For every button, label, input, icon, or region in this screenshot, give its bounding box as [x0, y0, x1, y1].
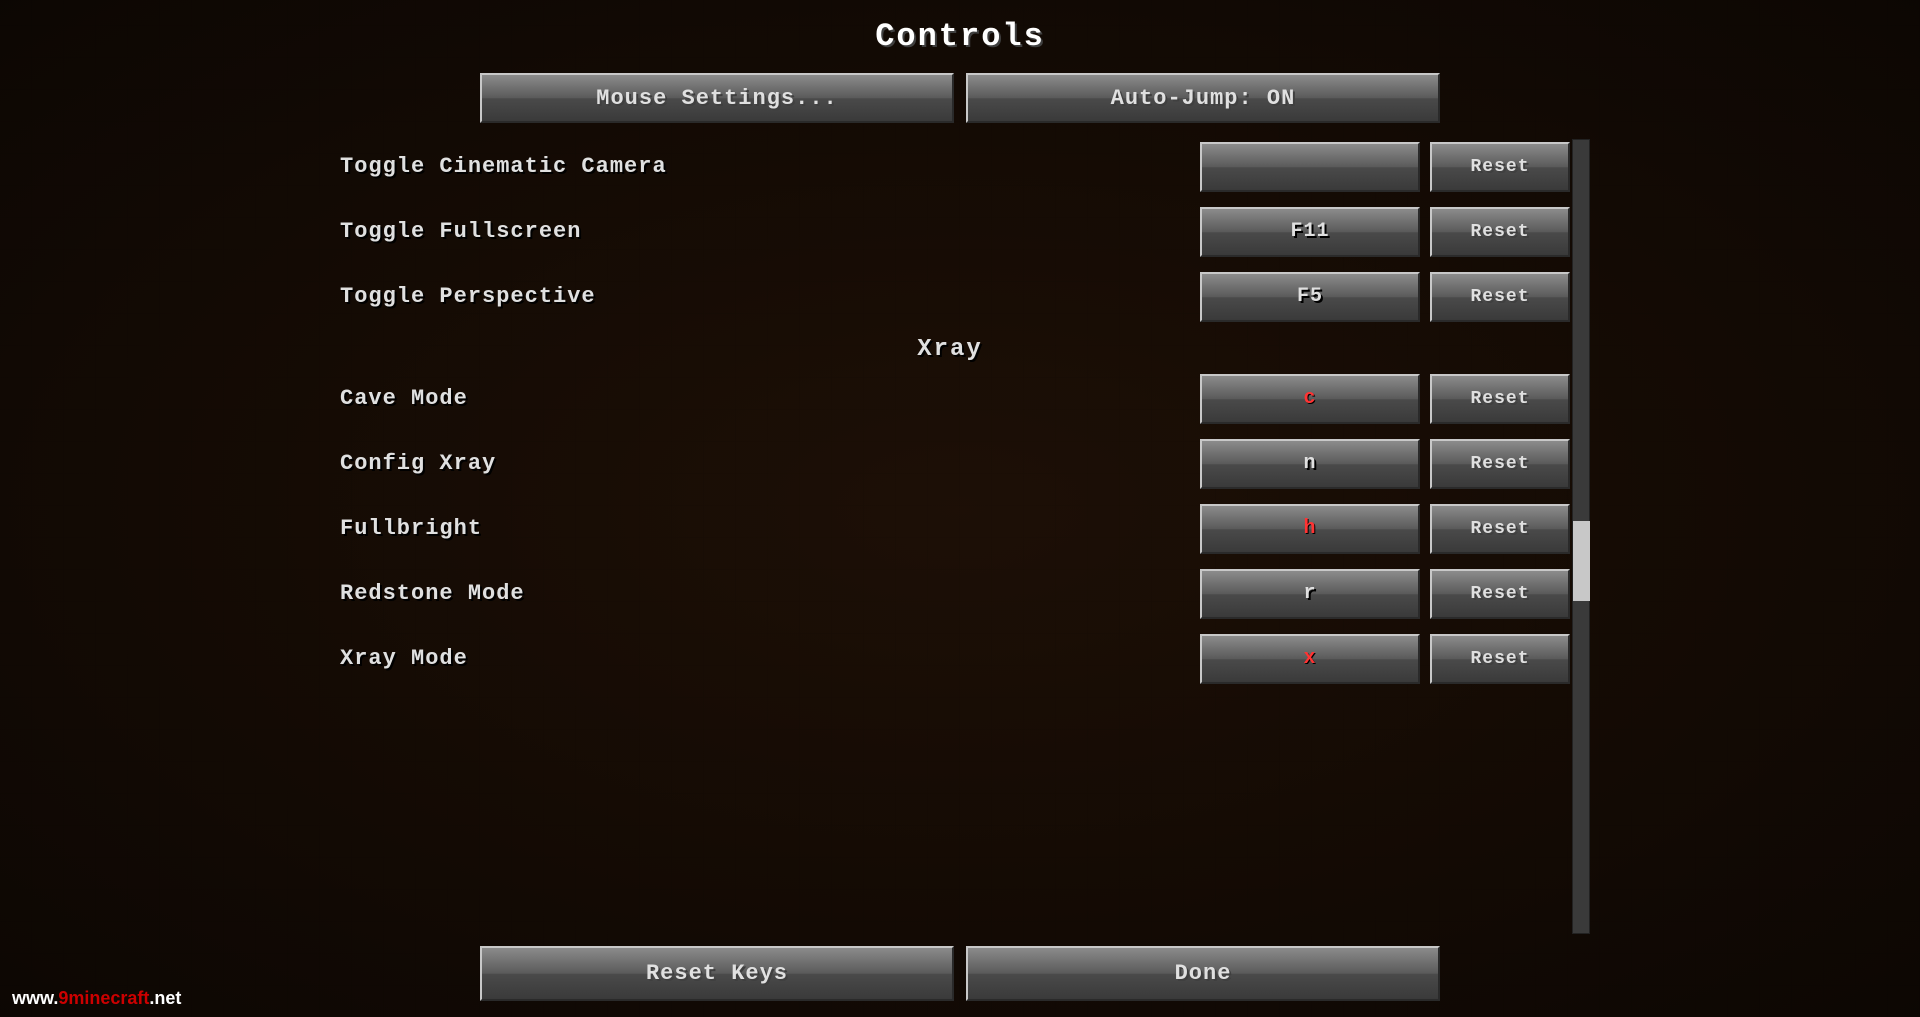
setting-label-perspective: Toggle Perspective: [330, 284, 1200, 309]
key-button-fullscreen[interactable]: F11: [1200, 207, 1420, 257]
key-button-config-xray[interactable]: n: [1200, 439, 1420, 489]
setting-label-fullbright: Fullbright: [330, 516, 1200, 541]
watermark: www.9minecraft.net: [12, 988, 181, 1009]
content-wrapper: Toggle Cinematic Camera Reset Toggle Ful…: [330, 139, 1590, 934]
watermark-brand: 9minecraft: [58, 988, 149, 1008]
reset-button-fullbright[interactable]: Reset: [1430, 504, 1570, 554]
key-button-cave-mode[interactable]: c: [1200, 374, 1420, 424]
setting-row-cinematic: Toggle Cinematic Camera Reset: [330, 139, 1570, 194]
setting-label-xray-mode: Xray Mode: [330, 646, 1200, 671]
key-value-fullbright: h: [1303, 517, 1316, 540]
reset-button-redstone-mode[interactable]: Reset: [1430, 569, 1570, 619]
settings-list: Toggle Cinematic Camera Reset Toggle Ful…: [330, 139, 1590, 686]
reset-button-config-xray[interactable]: Reset: [1430, 439, 1570, 489]
setting-label-fullscreen: Toggle Fullscreen: [330, 219, 1200, 244]
watermark-prefix: www.: [12, 988, 58, 1008]
setting-row-cave-mode: Cave Mode c Reset: [330, 371, 1570, 426]
xray-section-header: Xray: [330, 336, 1570, 363]
key-button-perspective[interactable]: F5: [1200, 272, 1420, 322]
setting-row-fullbright: Fullbright h Reset: [330, 501, 1570, 556]
scrollbar-thumb[interactable]: [1573, 521, 1590, 601]
key-value-cave-mode: c: [1303, 387, 1316, 410]
setting-label-cave-mode: Cave Mode: [330, 386, 1200, 411]
reset-button-cave-mode[interactable]: Reset: [1430, 374, 1570, 424]
reset-button-cinematic[interactable]: Reset: [1430, 142, 1570, 192]
scrollbar-track[interactable]: [1572, 139, 1590, 934]
key-button-fullbright[interactable]: h: [1200, 504, 1420, 554]
setting-row-redstone-mode: Redstone Mode r Reset: [330, 566, 1570, 621]
key-button-redstone-mode[interactable]: r: [1200, 569, 1420, 619]
setting-row-perspective: Toggle Perspective F5 Reset: [330, 269, 1570, 324]
page-title: Controls: [875, 18, 1045, 55]
key-button-xray-mode[interactable]: x: [1200, 634, 1420, 684]
key-value-xray-mode: x: [1303, 647, 1316, 670]
setting-row-fullscreen: Toggle Fullscreen F11 Reset: [330, 204, 1570, 259]
setting-label-cinematic: Toggle Cinematic Camera: [330, 154, 1200, 179]
done-button[interactable]: Done: [966, 946, 1440, 1001]
top-buttons-row: Mouse Settings... Auto-Jump: ON: [480, 73, 1440, 123]
reset-button-xray-mode[interactable]: Reset: [1430, 634, 1570, 684]
setting-label-redstone-mode: Redstone Mode: [330, 581, 1200, 606]
setting-row-xray-mode: Xray Mode x Reset: [330, 631, 1570, 686]
setting-label-config-xray: Config Xray: [330, 451, 1200, 476]
auto-jump-button[interactable]: Auto-Jump: ON: [966, 73, 1440, 123]
reset-button-perspective[interactable]: Reset: [1430, 272, 1570, 322]
reset-keys-button[interactable]: Reset Keys: [480, 946, 954, 1001]
mouse-settings-button[interactable]: Mouse Settings...: [480, 73, 954, 123]
key-button-cinematic[interactable]: [1200, 142, 1420, 192]
reset-button-fullscreen[interactable]: Reset: [1430, 207, 1570, 257]
watermark-suffix: .net: [149, 988, 181, 1008]
bottom-buttons-row: Reset Keys Done: [480, 946, 1440, 1001]
setting-row-config-xray: Config Xray n Reset: [330, 436, 1570, 491]
